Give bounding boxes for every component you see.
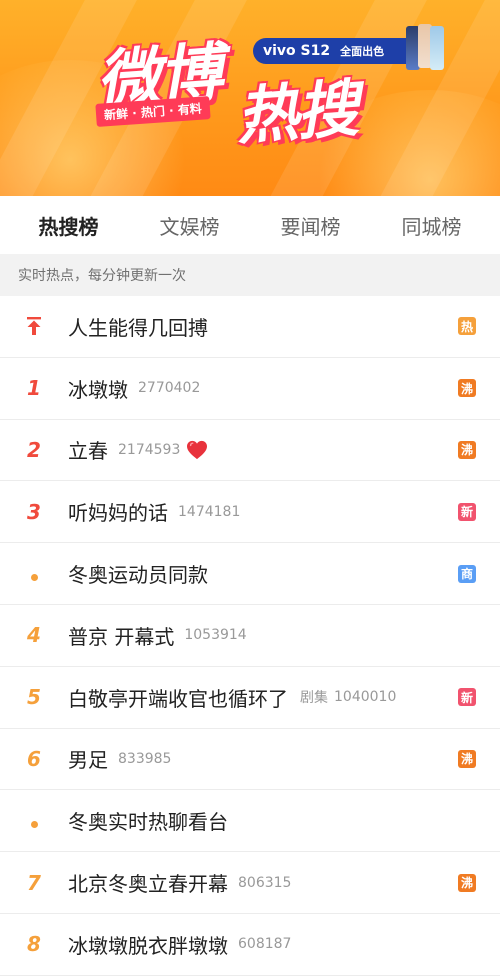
boil-badge: 沸 — [458, 873, 476, 892]
list-item[interactable]: 7 北京冬奥立春开幕 806315 沸 — [0, 852, 500, 914]
boil-badge: 沸 — [458, 440, 476, 459]
rank-number: 4 — [27, 623, 41, 648]
item-title: 冬奥实时热聊看台 — [68, 810, 228, 835]
tab-news[interactable]: 要闻榜 — [277, 205, 345, 246]
list-item[interactable]: 6 男足 833985 沸 — [0, 729, 500, 791]
rank-number: 6 — [27, 746, 41, 771]
list-item[interactable]: 冬奥运动员同款 商 — [0, 543, 500, 605]
ad-badge: 商 — [458, 564, 476, 583]
rank-number: 2 — [27, 437, 41, 462]
item-count: 1474181 — [178, 503, 241, 520]
ranking-tabs: 热搜榜 文娱榜 要闻榜 同城榜 — [0, 196, 500, 254]
item-title: 冰墩墩 — [68, 377, 128, 402]
rank-number: 1 — [27, 376, 41, 401]
hot-search-logo-text: 热搜 — [233, 71, 359, 154]
rank-number: 5 — [27, 685, 41, 710]
list-item[interactable]: 冬奥实时热聊看台 — [0, 790, 500, 853]
item-title: 人生能得几回搏 — [68, 315, 208, 340]
tab-entertainment[interactable]: 文娱榜 — [156, 205, 224, 246]
new-badge: 新 — [458, 688, 476, 707]
boil-badge: 沸 — [458, 379, 476, 398]
item-title: 听妈妈的话 — [68, 501, 168, 526]
list-item[interactable]: 5 白敬亭开端收官也循环了 剧集 1040010 新 — [0, 667, 500, 729]
list-item[interactable]: 3 听妈妈的话 1474181 新 — [0, 481, 500, 544]
rank-number: 8 — [27, 932, 41, 957]
item-count: 833985 — [118, 750, 172, 767]
hot-search-banner: 微博 新鲜 · 热门 · 有料 热搜 vivo S12 全面出色 — [0, 0, 500, 196]
list-item[interactable]: 1 冰墩墩 2770402 沸 — [0, 358, 500, 420]
hot-search-list: 人生能得几回搏 热 1 冰墩墩 2770402 沸 2 立春 2174593 沸… — [0, 296, 500, 976]
item-count: 2770402 — [138, 380, 201, 397]
item-title: 冬奥运动员同款 — [68, 563, 208, 588]
boil-badge: 沸 — [458, 749, 476, 768]
tab-hot-search[interactable]: 热搜榜 — [35, 205, 103, 246]
update-notice: 实时热点，每分钟更新一次 — [0, 254, 500, 296]
item-title: 白敬亭开端收官也循环了 — [68, 686, 288, 711]
list-item[interactable]: 人生能得几回搏 热 — [0, 296, 500, 358]
list-item[interactable]: 8 冰墩墩脱衣胖墩墩 608187 — [0, 914, 500, 976]
new-badge: 新 — [458, 502, 476, 521]
item-title: 男足 — [68, 748, 108, 773]
item-title: 立春 — [68, 439, 108, 464]
rank-number: 7 — [27, 870, 41, 895]
sponsor-slogan: 全面出色 — [340, 45, 385, 58]
phone-image-icon — [404, 24, 444, 70]
dot-icon — [0, 809, 68, 833]
item-count: 1040010 — [334, 689, 397, 706]
hot-badge: 热 — [458, 317, 476, 336]
pin-top-icon — [0, 317, 68, 336]
heart-icon — [186, 440, 208, 460]
item-count: 1053914 — [184, 627, 247, 644]
item-count: 2174593 — [118, 441, 181, 458]
item-title: 普京 开幕式 — [68, 624, 175, 649]
dot-icon — [0, 562, 68, 586]
item-count: 806315 — [238, 874, 292, 891]
list-item[interactable]: 4 普京 开幕式 1053914 — [0, 605, 500, 667]
item-count: 608187 — [238, 936, 292, 953]
item-title: 北京冬奥立春开幕 — [68, 872, 228, 897]
item-category-label: 剧集 — [300, 690, 328, 707]
item-title: 冰墩墩脱衣胖墩墩 — [68, 933, 228, 958]
sponsor-model: vivo S12 — [263, 43, 331, 59]
rank-number: 3 — [27, 499, 41, 524]
list-item[interactable]: 2 立春 2174593 沸 — [0, 420, 500, 482]
tab-local[interactable]: 同城榜 — [398, 205, 466, 246]
